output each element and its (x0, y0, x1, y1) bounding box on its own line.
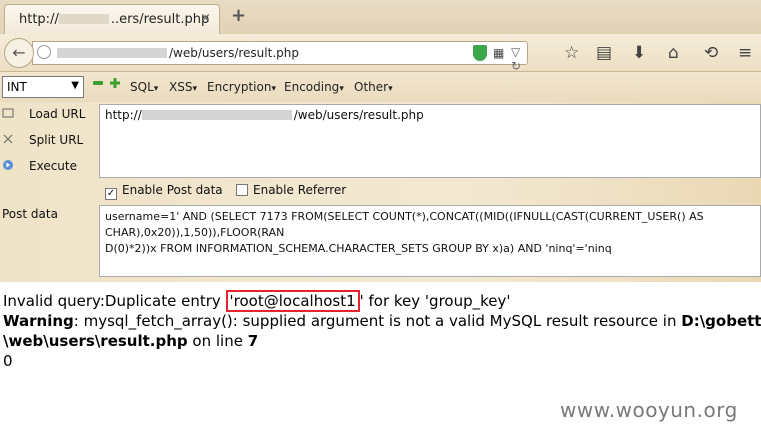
minus-icon[interactable] (93, 78, 103, 88)
dropdown-icon[interactable]: ▽ ↻ (511, 45, 527, 73)
warning-line: Warning: mysql_fetch_array(): supplied a… (3, 312, 761, 330)
page-content: Invalid query:Duplicate entry 'root@loca… (3, 290, 761, 371)
watermark: www.wooyun.org (560, 398, 738, 422)
globe-icon (37, 45, 51, 59)
nav-bar: /web/users/result.php ▦ ▽ ↻ ← ☆ ▤ ⬇ ⌂ ⟲ … (0, 34, 761, 73)
menu-sql[interactable]: SQL▾ (130, 80, 158, 94)
menu-other[interactable]: Other▾ (354, 80, 393, 94)
plus-icon[interactable] (110, 78, 120, 88)
chevron-down-icon: ▼ (71, 80, 79, 91)
back-icon[interactable]: ⟲ (704, 43, 718, 63)
menu-encryption[interactable]: Encryption▾ (207, 80, 276, 94)
reading-list-icon[interactable]: ▤ (596, 43, 612, 63)
execute-icon (3, 160, 13, 170)
download-icon[interactable]: ⬇ (632, 43, 646, 63)
tab-title: http://..ers/result.php (19, 12, 210, 27)
address-text[interactable]: /web/users/result.php (57, 46, 299, 60)
checkbox-checked-icon[interactable]: ✓ (105, 188, 117, 200)
checkbox-unchecked-icon[interactable] (236, 184, 248, 196)
path-line: \web\users\result.php on line 7 (3, 332, 259, 350)
error-line: Invalid query:Duplicate entry 'root@loca… (3, 290, 511, 312)
int-select[interactable]: INT ▼ (2, 76, 84, 98)
enable-referrer-checkbox[interactable]: Enable Referrer (236, 183, 346, 197)
tab-bar: http://..ers/result.php × + (0, 0, 761, 34)
post-data-label: Post data (2, 207, 58, 221)
close-tab-icon[interactable]: × (200, 11, 211, 26)
home-icon[interactable]: ⌂ (668, 43, 679, 63)
menu-icon[interactable]: ≡ (738, 43, 752, 63)
qr-icon[interactable]: ▦ (493, 46, 504, 60)
blurred-host (58, 14, 109, 24)
back-arrow-icon[interactable]: ← (4, 38, 34, 68)
address-bar[interactable]: /web/users/result.php ▦ ▽ ↻ (32, 41, 528, 73)
new-tab-button[interactable]: + (231, 5, 246, 26)
highlighted-entry: 'root@localhost1 (225, 290, 360, 312)
hackbar-toolbar: INT ▼ SQL▾ XSS▾ Encryption▾ Encoding▾ Ot… (0, 72, 761, 102)
blurred-host (57, 48, 167, 58)
enable-post-checkbox[interactable]: ✓ Enable Post data (105, 183, 223, 200)
split-url-icon (3, 134, 13, 144)
menu-xss[interactable]: XSS▾ (169, 80, 197, 94)
shield-icon[interactable] (473, 45, 487, 61)
url-textarea[interactable]: http:///web/users/result.php (99, 104, 761, 178)
post-data-textarea[interactable]: username=1' AND (SELECT 7173 FROM(SELECT… (99, 205, 761, 277)
result-line: 0 (3, 352, 13, 370)
active-tab[interactable]: http://..ers/result.php × (4, 4, 220, 34)
star-icon[interactable]: ☆ (564, 43, 579, 63)
menu-encoding[interactable]: Encoding▾ (284, 80, 344, 94)
load-url-icon (2, 108, 14, 118)
blurred-host (141, 110, 292, 120)
